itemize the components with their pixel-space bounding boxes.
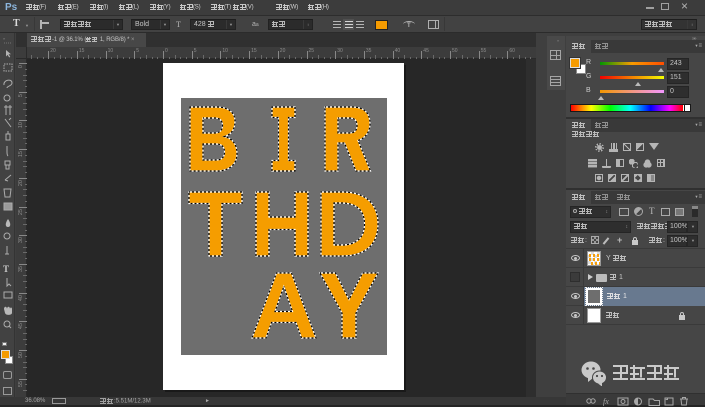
svg-text:fx: fx xyxy=(603,397,609,406)
svg-text:T: T xyxy=(3,264,9,274)
